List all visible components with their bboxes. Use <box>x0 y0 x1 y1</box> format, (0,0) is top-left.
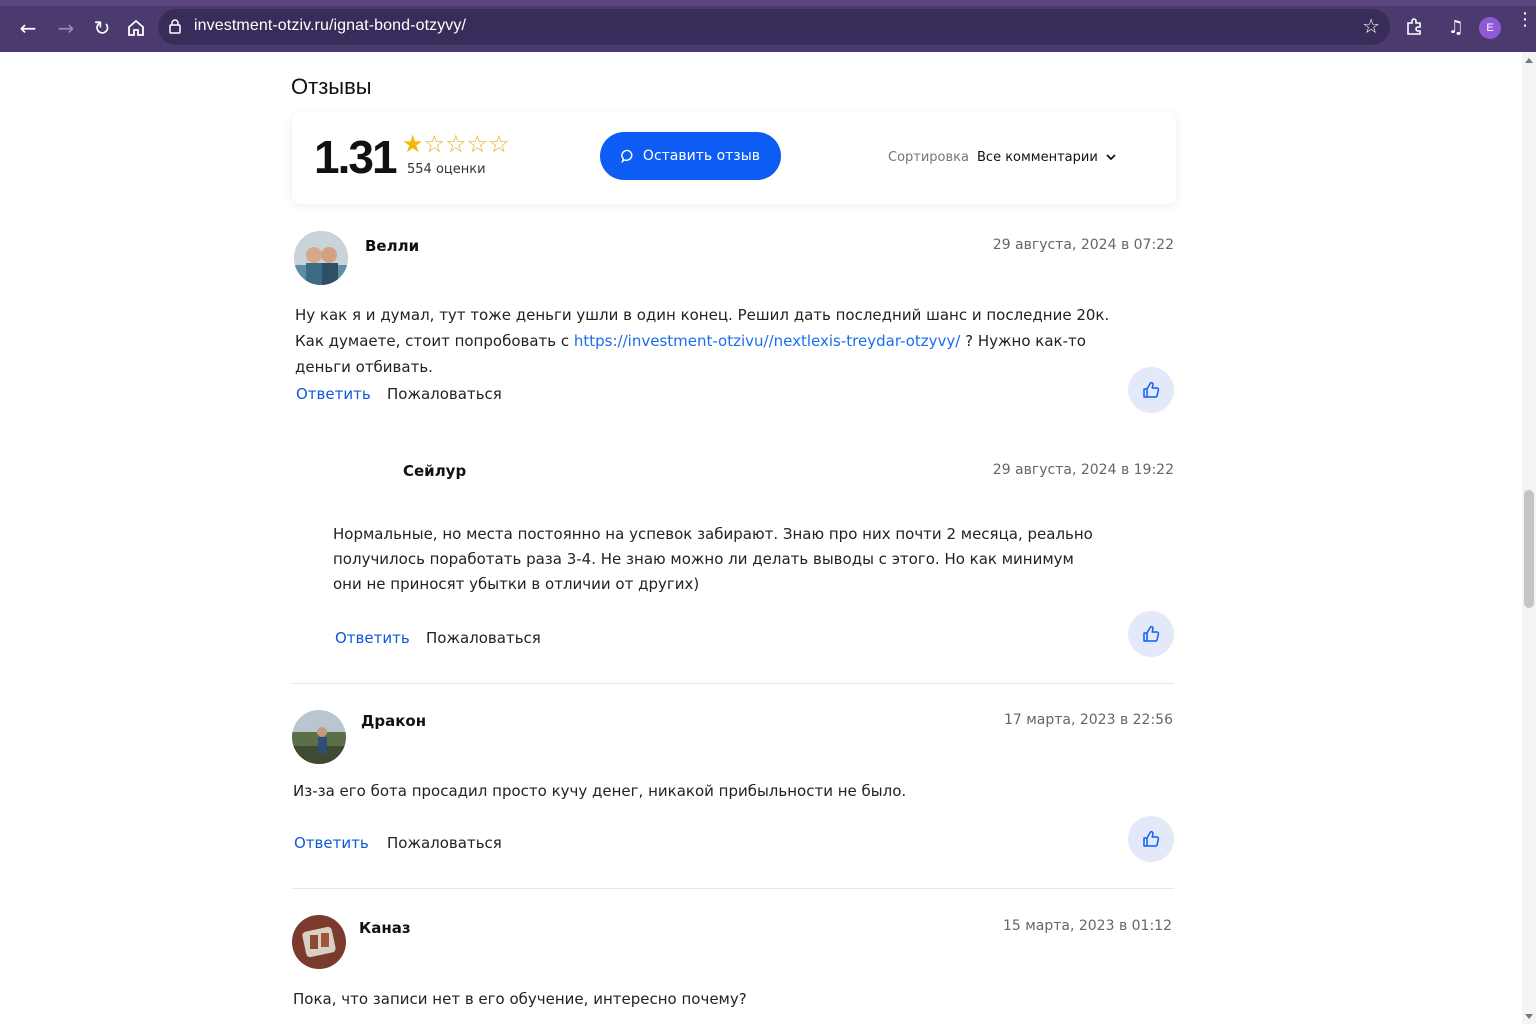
comment-text: Ну как я и думал, тут тоже деньги ушли в… <box>295 302 1135 380</box>
complain-button[interactable]: Пожаловаться <box>387 385 502 403</box>
sort-select[interactable]: Все комментарии <box>977 150 1098 165</box>
star-empty-icon: ☆ <box>488 130 510 158</box>
thumbs-up-icon <box>1143 381 1160 398</box>
reply-button[interactable]: Ответить <box>294 834 369 852</box>
scrollbar-thumb[interactable] <box>1524 490 1534 608</box>
browser-toolbar: ← → ↻ investment-otziv.ru/ignat-bond-otz… <box>0 0 1536 52</box>
bookmark-star-icon[interactable]: ☆ <box>1362 14 1380 38</box>
reload-icon[interactable]: ↻ <box>86 12 118 44</box>
like-button[interactable] <box>1128 816 1174 862</box>
comment-link[interactable]: https://investment-otzivu//nextlexis-tre… <box>574 332 960 350</box>
comment-author: Велли <box>365 237 420 255</box>
complain-button[interactable]: Пожаловаться <box>387 834 502 852</box>
comment-author: Дракон <box>361 712 427 730</box>
star-empty-icon: ☆ <box>423 130 446 158</box>
comment-date: 17 марта, 2023 в 22:56 <box>1003 712 1173 728</box>
reply-button[interactable]: Ответить <box>335 629 410 647</box>
extensions-icon[interactable] <box>1399 12 1429 42</box>
address-bar[interactable]: investment-otziv.ru/ignat-bond-otzyvy/ ☆ <box>158 9 1390 45</box>
comment-author: Каназ <box>359 919 411 937</box>
rating-count: 554 оценки <box>407 162 486 177</box>
star-empty-icon: ☆ <box>466 130 489 158</box>
comment-text: Из-за его бота просадил просто кучу дене… <box>293 782 907 800</box>
profile-avatar[interactable]: E <box>1479 17 1501 39</box>
lock-icon <box>169 19 181 34</box>
media-control-icon[interactable]: ♫ <box>1441 12 1471 42</box>
comment-divider <box>292 888 1174 889</box>
url-text: investment-otziv.ru/ignat-bond-otzyvy/ <box>194 17 467 34</box>
rating-stars: ★☆☆☆☆ <box>402 130 510 158</box>
back-arrow-icon[interactable]: ← <box>12 12 44 44</box>
home-icon[interactable] <box>120 12 152 44</box>
comment-date: 29 августа, 2024 в 19:22 <box>992 462 1174 478</box>
thumbs-up-icon <box>1143 830 1160 847</box>
avatar <box>294 231 348 285</box>
rating-value: 1.31 <box>314 131 398 183</box>
like-button[interactable] <box>1128 367 1174 413</box>
thumbs-up-icon <box>1143 625 1160 642</box>
comment-text: Нормальные, но места постоянно на успево… <box>333 525 1093 593</box>
scroll-up-icon[interactable] <box>1525 58 1533 63</box>
rating-summary: 1.31 ★☆☆☆☆ 554 оценки Оставить отзыв Сор… <box>292 112 1176 204</box>
like-button[interactable] <box>1128 611 1174 657</box>
forward-arrow-icon[interactable]: → <box>50 12 82 44</box>
star-filled-icon: ★ <box>402 130 424 158</box>
star-empty-icon: ☆ <box>445 130 467 158</box>
comment-date: 15 марта, 2023 в 01:12 <box>1002 918 1172 934</box>
avatar <box>292 710 346 764</box>
avatar <box>292 915 346 969</box>
scroll-down-icon[interactable] <box>1525 1014 1533 1019</box>
leave-review-label: Оставить отзыв <box>642 148 761 164</box>
comment-divider <box>292 683 1174 684</box>
leave-review-button[interactable]: Оставить отзыв <box>600 132 781 180</box>
comment-date: 29 августа, 2024 в 07:22 <box>992 237 1174 253</box>
comment-author: Сейлур <box>403 462 467 480</box>
reviews-title: Отзывы <box>291 74 372 99</box>
chat-bubble-icon <box>621 149 633 163</box>
complain-button[interactable]: Пожаловаться <box>426 629 541 647</box>
menu-dots-icon[interactable]: ⋮ <box>1516 11 1534 29</box>
reply-button[interactable]: Ответить <box>296 385 371 403</box>
sort-label: Сортировка <box>888 150 969 165</box>
chevron-down-icon[interactable] <box>1104 150 1118 164</box>
comment-text: Пока, что записи нет в его обучение, инт… <box>293 990 747 1008</box>
